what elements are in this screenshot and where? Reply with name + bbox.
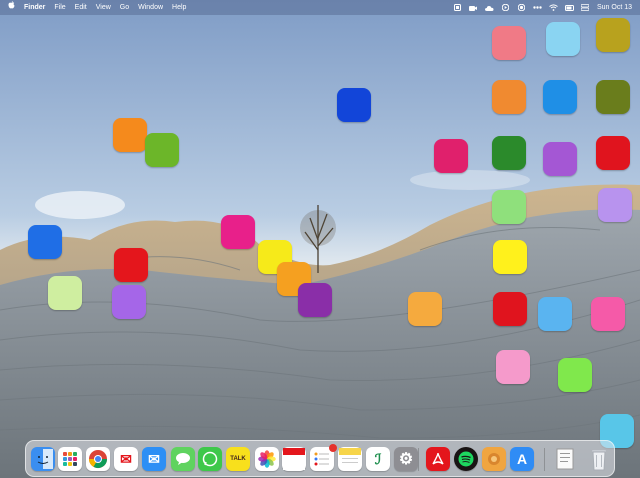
apple-menu-icon[interactable] [8, 0, 15, 15]
mail-icon[interactable]: ✉ [142, 447, 166, 471]
app-store-icon[interactable]: A [510, 447, 534, 471]
desktop-item-21[interactable] [48, 276, 82, 310]
mail-letter-icon[interactable]: ✉ [114, 447, 138, 471]
notes-icon[interactable] [338, 447, 362, 471]
document-icon[interactable] [553, 447, 577, 471]
desktop-item-5[interactable] [543, 80, 577, 114]
desktop-item-30[interactable] [558, 358, 592, 392]
desktop-item-7[interactable] [337, 88, 371, 122]
desktop-item-26[interactable] [493, 292, 527, 326]
menu-app-name[interactable]: Finder [24, 0, 45, 15]
cloud-icon[interactable] [484, 4, 494, 11]
wifi-icon[interactable] [549, 4, 558, 11]
battery-icon[interactable] [564, 4, 574, 11]
desktop-item-27[interactable] [538, 297, 572, 331]
desktop-item-15[interactable] [492, 190, 526, 224]
desktop-item-2[interactable] [546, 22, 580, 56]
menu-help[interactable]: Help [172, 0, 186, 15]
desktop-item-13[interactable] [596, 136, 630, 170]
menu-file[interactable]: File [54, 0, 65, 15]
desktop-item-24[interactable] [408, 292, 442, 326]
desktop-item-14[interactable] [598, 188, 632, 222]
dots-icon[interactable] [533, 4, 542, 11]
menu-bar: Finder File Edit View Go Window Help Sun… [0, 0, 640, 15]
photos-icon[interactable] [255, 447, 279, 471]
notification-badge [329, 444, 337, 452]
trash-icon[interactable] [587, 447, 611, 471]
acrobat-icon[interactable] [426, 447, 450, 471]
desktop-item-22[interactable] [112, 285, 146, 319]
reminders-icon[interactable] [310, 444, 337, 471]
finder-icon[interactable] [31, 447, 55, 471]
desktop-item-8[interactable] [113, 118, 147, 152]
amber-app-icon[interactable] [482, 447, 506, 471]
kakaotalk-icon[interactable]: TALK [226, 447, 250, 471]
messages-icon[interactable] [171, 447, 195, 471]
script-editor-icon[interactable]: ℐ [366, 447, 390, 471]
menu-edit[interactable]: Edit [75, 0, 87, 15]
desktop-item-23[interactable] [298, 283, 332, 317]
desktop-item-16[interactable] [28, 225, 62, 259]
play-icon[interactable] [501, 4, 510, 11]
desktop-item-11[interactable] [492, 136, 526, 170]
desktop-item-6[interactable] [596, 80, 630, 114]
desktop-item-25[interactable] [493, 240, 527, 274]
menu-window[interactable]: Window [138, 0, 163, 15]
control-center-icon[interactable] [581, 4, 590, 11]
calendar-icon[interactable] [282, 447, 306, 471]
desktop-item-1[interactable] [492, 26, 526, 60]
desktop-item-17[interactable] [221, 215, 255, 249]
desktop-item-20[interactable] [114, 248, 148, 282]
whatsapp-icon[interactable] [198, 447, 222, 471]
launchpad-icon[interactable] [58, 447, 82, 471]
desktop-item-29[interactable] [496, 350, 530, 384]
desktop-item-10[interactable] [434, 139, 468, 173]
system-settings-icon[interactable]: ⚙ [394, 447, 418, 471]
chrome-icon[interactable] [86, 447, 110, 471]
dock-separator [418, 448, 419, 471]
camera-icon[interactable] [469, 4, 478, 11]
menu-clock[interactable]: Sun Oct 13 [597, 0, 632, 15]
desktop-item-9[interactable] [145, 133, 179, 167]
desktop-item-4[interactable] [492, 80, 526, 114]
desktop-item-3[interactable] [596, 18, 630, 52]
record-icon[interactable] [517, 4, 526, 11]
dock: ✉ ✉ TALK ℐ ⚙ A [25, 440, 615, 477]
wallpaper-landscape [0, 0, 640, 478]
menu-go[interactable]: Go [120, 0, 129, 15]
desktop-item-28[interactable] [591, 297, 625, 331]
dock-separator [544, 448, 545, 471]
menu-extra-icon[interactable] [453, 4, 462, 11]
menu-view[interactable]: View [96, 0, 111, 15]
spotify-icon[interactable] [454, 447, 478, 471]
desktop[interactable]: Finder File Edit View Go Window Help Sun… [0, 0, 640, 478]
desktop-item-12[interactable] [543, 142, 577, 176]
